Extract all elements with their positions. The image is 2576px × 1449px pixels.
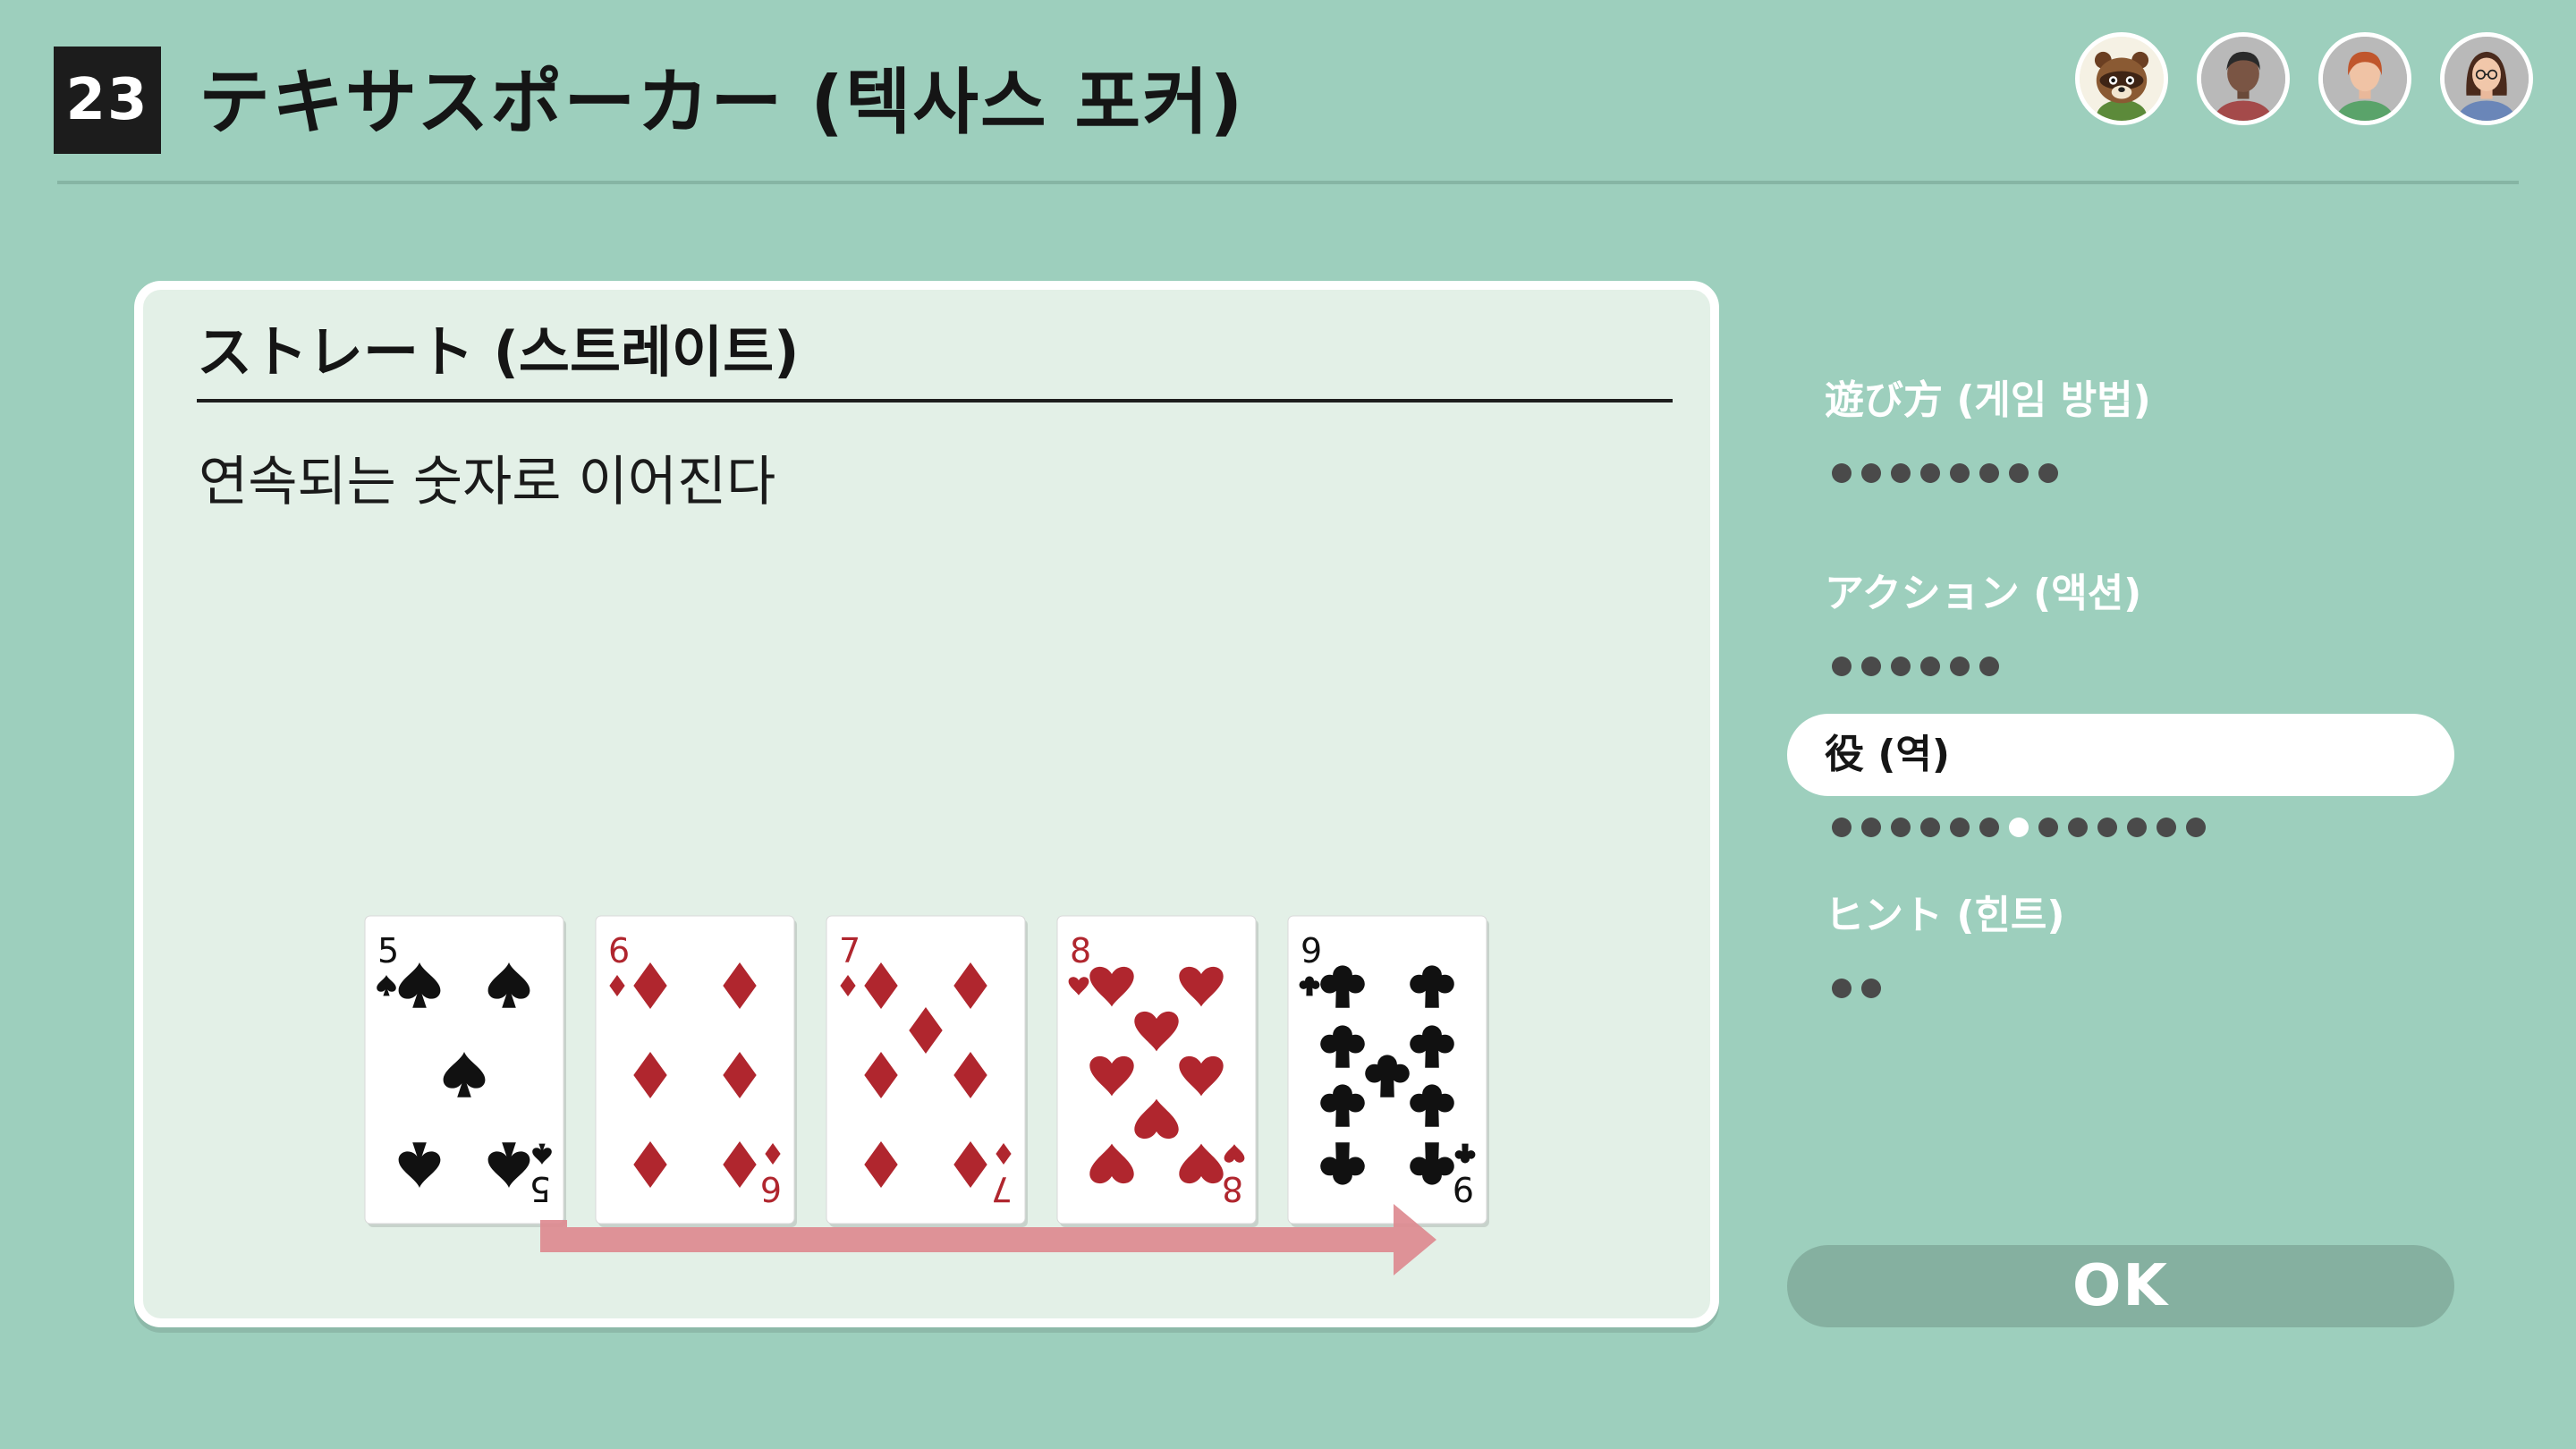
person-avatar-icon (2201, 37, 2285, 121)
page-dot (1979, 818, 1999, 837)
page-dot (1891, 657, 1911, 676)
page-dot (1832, 979, 1852, 998)
card-rank-bottom: 5 (530, 1169, 551, 1208)
page-dot (1950, 463, 1970, 483)
raccoon-character-avatar (2075, 32, 2168, 125)
page-dot (2038, 818, 2058, 837)
ok-button[interactable]: OK (1787, 1245, 2454, 1327)
game-number-badge: 23 (54, 47, 161, 154)
page-dot (1832, 818, 1852, 837)
playing-card-8-heart: 88 (1056, 915, 1258, 1227)
page-dot (2097, 818, 2117, 837)
menu-hints[interactable]: ヒント (힌트) (1825, 889, 2065, 943)
page-dot (2009, 463, 2029, 483)
page-dot (1891, 818, 1911, 837)
page-dot (1861, 979, 1881, 998)
player-avatar-glasses (2440, 32, 2533, 125)
card-rank-bottom: 9 (1453, 1169, 1474, 1208)
menu-how-to-play[interactable]: 遊び方 (게임 방법) (1825, 374, 2151, 428)
page-dot (1832, 463, 1852, 483)
player-avatars (2075, 32, 2540, 132)
raccoon-avatar-icon (2080, 37, 2164, 121)
menu-hands[interactable]: 役 (역) (1787, 714, 2454, 796)
playing-card-9-club: 99 (1287, 915, 1489, 1227)
card-rank-bottom: 7 (991, 1169, 1013, 1208)
page-dot (1832, 657, 1852, 676)
page-dot (2068, 818, 2088, 837)
card-rank-top: 5 (377, 931, 399, 970)
actions-page-dots (1832, 653, 2009, 680)
card-rank-top: 9 (1301, 931, 1322, 970)
page-dot (2157, 818, 2176, 837)
how-to-play-page-dots (1832, 460, 2068, 487)
card-rank-top: 6 (608, 931, 630, 970)
page-dot (2127, 818, 2147, 837)
page-dot (1891, 463, 1911, 483)
card-rank-top: 7 (839, 931, 860, 970)
page-dot (1861, 818, 1881, 837)
straight-cards-illustration: 5566778899 (364, 915, 1489, 1275)
page-dot (1979, 463, 1999, 483)
rules-panel: ストレート (스트레이트) 연속되는 숫자로 이어진다 5566778899 (134, 281, 1719, 1327)
header-divider (57, 181, 2519, 184)
person-avatar-icon (2323, 37, 2407, 121)
card-rank-top: 8 (1070, 931, 1091, 970)
playing-card-6-diamond: 66 (595, 915, 797, 1227)
page-dot (1861, 657, 1881, 676)
page-dot (2186, 818, 2206, 837)
playing-card-7-diamond: 77 (826, 915, 1028, 1227)
player-avatar-red-hair (2318, 32, 2411, 125)
page-dot (1920, 463, 1940, 483)
menu-actions[interactable]: アクション (액션) (1825, 567, 2141, 621)
page-dot (1950, 818, 1970, 837)
page-dot-current (2009, 818, 2029, 837)
game-title: テキサスポーカー (텍사스 포커) (199, 61, 1245, 144)
hands-page-dots (1832, 814, 2216, 841)
page-dot (1950, 657, 1970, 676)
card-rank-bottom: 6 (760, 1169, 782, 1208)
person-avatar-icon (2445, 37, 2529, 121)
player-avatar-dark-hair (2197, 32, 2290, 125)
page-dot (1979, 657, 1999, 676)
playing-card-5-spade: 55 (364, 915, 566, 1227)
hints-page-dots (1832, 975, 1891, 1002)
page-dot (1920, 657, 1940, 676)
card-rank-bottom: 8 (1222, 1169, 1243, 1208)
page-dot (2038, 463, 2058, 483)
page-dot (1861, 463, 1881, 483)
page-dot (1920, 818, 1940, 837)
